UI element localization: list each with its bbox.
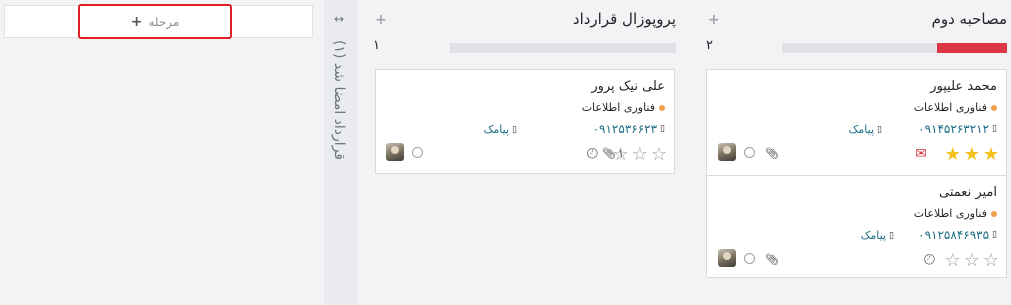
sms-link[interactable]: ▯ پیامک [484,123,517,136]
stage-title: پروپوزال قرارداد [572,10,676,28]
kanban-state-radio[interactable] [744,147,755,158]
phone[interactable]: ▯ ۰۹۱۲۵۸۴۶۹۳۵ [918,228,997,242]
tag-color-dot [991,104,997,111]
paperclip-icon: 📎︎ [602,147,616,160]
sms-label: پیامک [483,123,510,136]
attachment-count: ۱ [617,147,624,160]
paperclip-icon: 📎︎ [765,147,779,160]
tag: فناوری اطلاعات [582,101,665,114]
avatar[interactable] [718,249,736,267]
plus-icon: + [130,13,143,30]
stage-progress-bar[interactable] [782,43,1007,53]
kanban-state-radio[interactable] [744,253,755,264]
add-stage-column: مرحله + [0,0,324,305]
mobile-icon: ▯ [889,230,894,241]
applicant-name: علی نیک پرور [591,79,665,94]
expand-arrows-icon[interactable]: ↔ [334,12,344,26]
tag-color-dot [991,210,997,217]
applicant-name: امیر نعمتی [939,185,997,200]
star-icon[interactable]: ★ [945,144,961,165]
progress-fill [937,43,1007,53]
phone-number: ۰۹۱۲۵۸۴۶۹۳۵ [918,228,990,242]
avatar[interactable] [386,143,404,161]
mobile-icon: ▯ [512,124,517,135]
stage-count: ۱ [373,38,380,53]
mobile-icon: ▯ [877,124,882,135]
stage-count: ۲ [706,38,713,53]
sms-label: پیامک [848,123,875,136]
sms-label: پیامک [860,229,887,242]
attachments[interactable]: 📎︎ [765,147,779,160]
tag-label: فناوری اطلاعات [581,101,655,114]
folded-stage-title: قرارداد امضا شد (۱) [331,40,347,161]
stage-header: + مصاحبه دوم [706,10,1007,34]
star-icon[interactable]: ☆ [964,250,980,271]
star-icon[interactable]: ☆ [945,250,961,271]
priority-stars[interactable]: ☆ ☆ ☆ [945,250,999,271]
stage-header: + پروپوزال قرارداد [373,10,676,34]
mobile-icon: ▯ [992,230,997,240]
kanban-card[interactable]: امیر نعمتی فناوری اطلاعات ▯ ۰۹۱۲۵۸۴۶۹۳۵ ▯… [706,175,1007,278]
attachments[interactable]: ۱ 📎︎ [602,147,624,160]
phone-number: ۰۹۱۲۵۳۶۶۲۳ [592,122,658,136]
add-stage-label: مرحله [148,14,180,29]
envelope-icon[interactable]: ✉︎ [915,146,927,162]
avatar[interactable] [718,143,736,161]
star-icon[interactable]: ★ [983,144,999,165]
tag-color-dot [659,104,665,111]
star-icon[interactable]: ☆ [651,144,667,165]
priority-stars[interactable]: ★ ★ ★ [945,144,999,165]
tag: فناوری اطلاعات [914,207,997,220]
stage-title: مصاحبه دوم [931,10,1007,28]
tag-label: فناوری اطلاعات [913,207,987,220]
paperclip-icon: 📎︎ [765,253,779,266]
quick-create-plus-icon[interactable]: + [708,12,720,28]
add-stage-button[interactable]: مرحله + [78,4,232,39]
attachments[interactable]: 📎︎ [765,253,779,266]
star-icon[interactable]: ☆ [632,144,648,165]
star-icon[interactable]: ☆ [983,250,999,271]
clock-icon[interactable]: 🕘︎ [924,252,935,268]
tag-label: فناوری اطلاعات [913,101,987,114]
clock-icon[interactable]: 🕘︎ [587,146,598,162]
sms-link[interactable]: ▯ پیامک [861,229,894,242]
applicant-name: محمد علیپور [930,79,997,94]
stage-column: + پروپوزال قرارداد ۱ علی نیک پرور فناوری… [373,0,676,305]
tag: فناوری اطلاعات [914,101,997,114]
kanban-card[interactable]: علی نیک پرور فناوری اطلاعات ▯ ۰۹۱۲۵۳۶۶۲۳ … [375,69,675,174]
stage-progress-bar[interactable] [450,43,676,53]
stage-column: + مصاحبه دوم ۲ محمد علیپور فناوری اطلاعا… [706,0,1007,305]
folded-stage-column[interactable]: ↔ قرارداد امضا شد (۱) [324,0,357,305]
sms-link[interactable]: ▯ پیامک [849,123,882,136]
kanban-card[interactable]: محمد علیپور فناوری اطلاعات ▯ ۰۹۱۴۵۲۶۳۲۱۲ … [706,69,1007,176]
phone[interactable]: ▯ ۰۹۱۴۵۲۶۳۲۱۲ [918,122,997,136]
phone[interactable]: ▯ ۰۹۱۲۵۳۶۶۲۳ [593,122,665,136]
phone-number: ۰۹۱۴۵۲۶۳۲۱۲ [918,122,990,136]
mobile-icon: ▯ [660,124,665,134]
star-icon[interactable]: ★ [964,144,980,165]
quick-create-plus-icon[interactable]: + [375,12,387,28]
mobile-icon: ▯ [992,124,997,134]
kanban-state-radio[interactable] [412,147,423,158]
